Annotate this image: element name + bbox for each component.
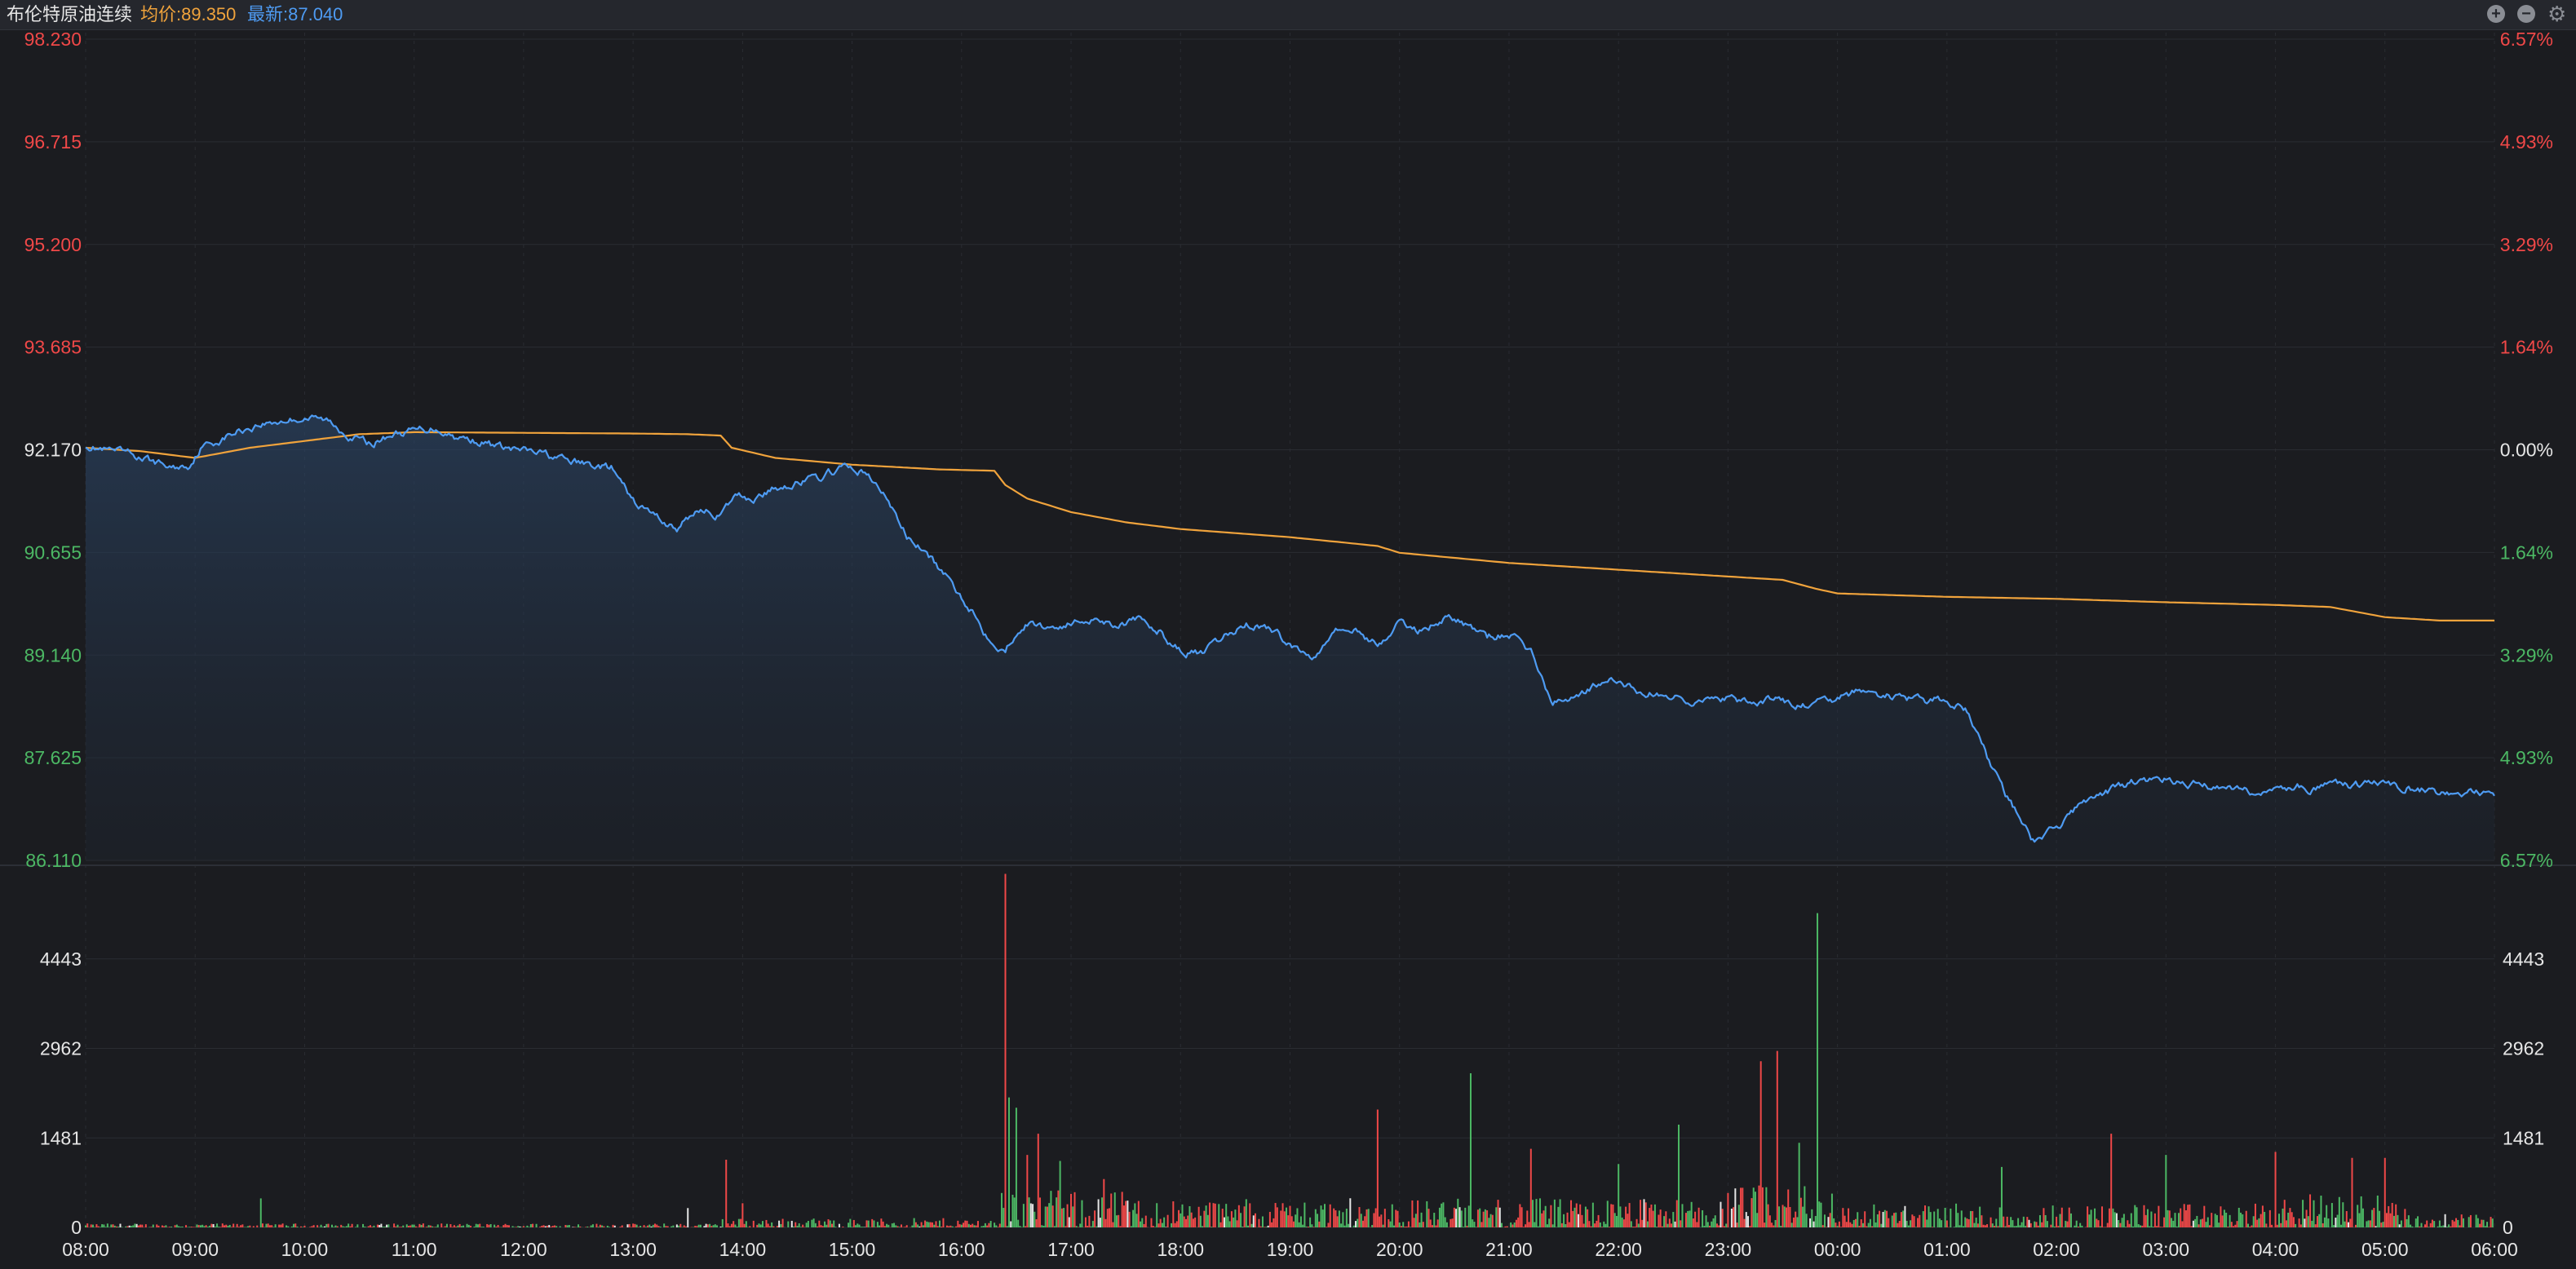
price-tick-label: 98.230	[24, 29, 82, 50]
price-tick-label: 92.170	[24, 440, 82, 461]
time-tick-label: 00:00	[1814, 1239, 1861, 1260]
time-tick-label: 20:00	[1376, 1239, 1423, 1260]
chart-header: 布伦特原油连续 均价:89.350 最新:87.040 + − ⚙	[0, 0, 2576, 30]
time-tick-label: 02:00	[2033, 1239, 2080, 1260]
time-tick-label: 03:00	[2143, 1239, 2190, 1260]
time-tick-label: 10:00	[281, 1239, 329, 1260]
volume-tick-label-right: 0	[2503, 1217, 2513, 1238]
time-tick-label: 09:00	[171, 1239, 219, 1260]
time-tick-label: 18:00	[1157, 1239, 1204, 1260]
price-tick-label: 87.625	[24, 747, 82, 768]
instrument-title: 布伦特原油连续	[7, 4, 133, 24]
time-tick-label: 23:00	[1705, 1239, 1752, 1260]
time-tick-label: 12:00	[500, 1239, 547, 1260]
price-tick-label: 93.685	[24, 337, 82, 358]
volume-tick-label-left: 0	[71, 1217, 82, 1238]
volume-tick-label-left: 4443	[40, 948, 82, 970]
intraday-chart[interactable]: 98.230 96.715 95.200 93.685 92.170 90.655 89.1…	[0, 0, 2576, 1269]
time-tick-label: 22:00	[1595, 1239, 1642, 1260]
time-tick-label: 16:00	[938, 1239, 985, 1260]
price-tick-label: 96.715	[24, 131, 82, 153]
time-tick-label: 04:00	[2252, 1239, 2299, 1260]
volume-tick-label-left: 2962	[40, 1038, 82, 1059]
zoom-in-icon[interactable]: +	[2487, 5, 2505, 23]
percent-tick-label: 6.57%	[2500, 850, 2553, 871]
time-tick-label: 01:00	[1923, 1239, 1971, 1260]
time-tick-label: 13:00	[609, 1239, 657, 1260]
time-tick-label: 05:00	[2361, 1239, 2409, 1260]
volume-tick-label-right: 1481	[2503, 1127, 2544, 1148]
price-tick-label: 95.200	[24, 234, 82, 255]
time-tick-label: 11:00	[392, 1239, 437, 1260]
volume-tick-label-left: 1481	[40, 1127, 82, 1148]
time-tick-label: 06:00	[2471, 1239, 2518, 1260]
percent-tick-label: 6.57%	[2500, 29, 2553, 50]
volume-bars	[85, 873, 2494, 1227]
percent-tick-label: 1.64%	[2500, 337, 2553, 358]
average-price-label: 均价:89.350	[140, 4, 237, 24]
percent-tick-label: 3.29%	[2500, 234, 2553, 255]
time-tick-label: 17:00	[1047, 1239, 1095, 1260]
time-tick-label: 14:00	[719, 1239, 767, 1260]
volume-tick-label-right: 4443	[2503, 948, 2544, 970]
zoom-out-icon[interactable]: −	[2517, 5, 2535, 23]
percent-tick-label: 4.93%	[2500, 747, 2553, 768]
time-tick-label: 15:00	[829, 1239, 876, 1260]
price-tick-label: 86.110	[25, 850, 82, 871]
time-tick-label: 08:00	[62, 1239, 109, 1260]
chart-window: 98.230 96.715 95.200 93.685 92.170 90.655 89.1…	[0, 0, 2576, 1269]
percent-tick-label: 1.64%	[2500, 542, 2553, 563]
percent-tick-label: 3.29%	[2500, 644, 2553, 665]
last-price-label: 最新:87.040	[247, 4, 343, 24]
time-tick-label: 21:00	[1485, 1239, 1533, 1260]
price-tick-label: 90.655	[24, 542, 82, 563]
gear-icon[interactable]: ⚙	[2547, 3, 2566, 24]
percent-tick-label: 4.93%	[2500, 131, 2553, 153]
volume-tick-label-right: 2962	[2503, 1038, 2544, 1059]
time-tick-label: 19:00	[1267, 1239, 1314, 1260]
percent-tick-label: 0.00%	[2500, 440, 2553, 461]
price-tick-label: 89.140	[24, 644, 82, 665]
